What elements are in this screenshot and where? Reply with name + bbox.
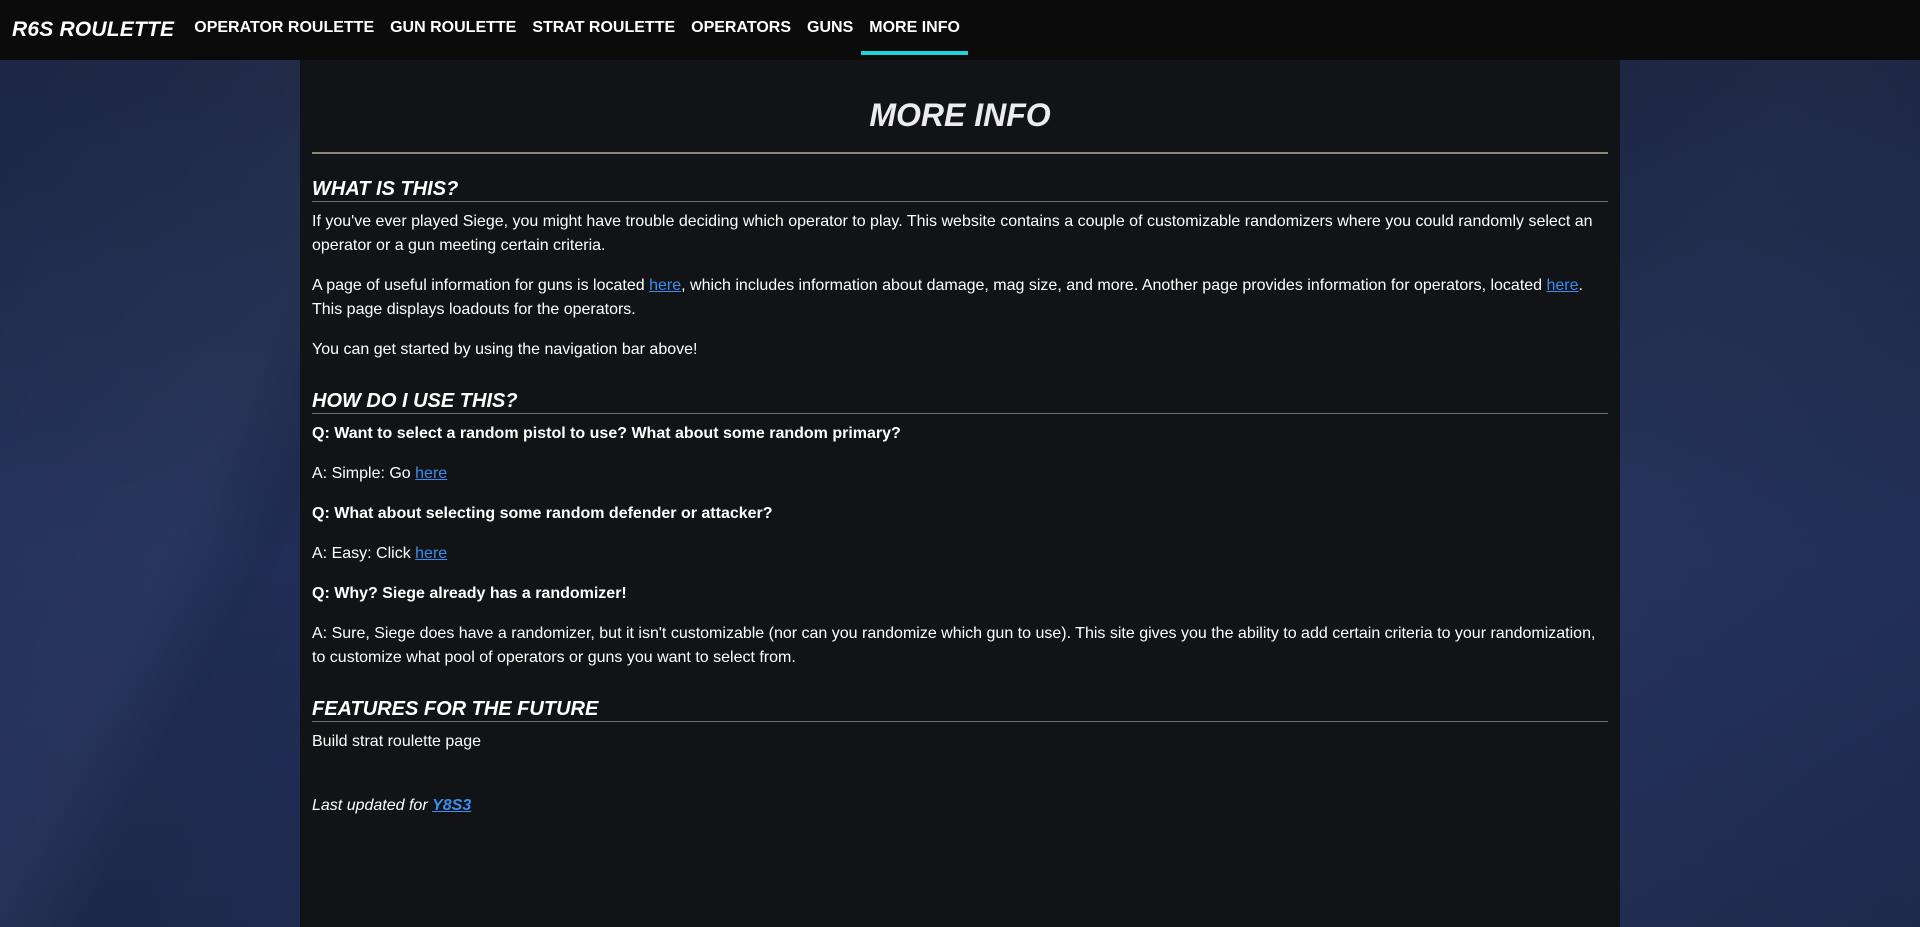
- what-paragraph-getting-started: You can get started by using the navigat…: [312, 341, 698, 358]
- content-panel: MORE INFO WHAT IS THIS? If you've ever p…: [300, 60, 1620, 927]
- top-navigation-bar: R6S ROULETTE OPERATOR ROULETTE GUN ROULE…: [0, 0, 1920, 60]
- section-heading-how-to-use: HOW DO I USE THIS?: [312, 390, 1608, 414]
- section-heading-future-features: FEATURES FOR THE FUTURE: [312, 698, 1608, 722]
- last-updated-note: Last updated for Y8S3: [312, 794, 1608, 818]
- faq-question-2: Q: What about selecting some random defe…: [312, 505, 773, 522]
- what-links-text-a: A page of useful information for guns is…: [312, 277, 650, 294]
- nav-item-operators[interactable]: OPERATORS: [683, 0, 799, 55]
- faq-question-1: Q: Want to select a random pistol to use…: [312, 425, 901, 442]
- faq-answer-2: A: Easy: Click here: [312, 542, 1608, 566]
- site-brand[interactable]: R6S ROULETTE: [12, 18, 174, 42]
- last-updated-text: Last updated for: [312, 797, 433, 814]
- faq-answer-2-text: A: Easy: Click: [312, 545, 416, 562]
- future-feature-item: Build strat roulette page: [312, 733, 481, 750]
- faq-question-3: Q: Why? Siege already has a randomizer!: [312, 585, 627, 602]
- page-title: MORE INFO: [869, 97, 1051, 133]
- nav-item-strat-roulette[interactable]: STRAT ROULETTE: [524, 0, 683, 55]
- faq-answer-3: A: Sure, Siege does have a randomizer, b…: [312, 625, 1596, 666]
- what-links-text-b: , which includes information about damag…: [681, 277, 1547, 294]
- section-heading-what-is-this: WHAT IS THIS?: [312, 178, 1608, 202]
- nav-item-more-info[interactable]: MORE INFO: [861, 0, 968, 55]
- nav-item-guns[interactable]: GUNS: [799, 0, 861, 55]
- what-paragraph-links: A page of useful information for guns is…: [312, 274, 1608, 322]
- nav-item-operator-roulette[interactable]: OPERATOR ROULETTE: [186, 0, 382, 55]
- operators-info-link[interactable]: here: [1547, 277, 1579, 294]
- nav-links: OPERATOR ROULETTE GUN ROULETTE STRAT ROU…: [186, 0, 968, 60]
- guns-info-link[interactable]: here: [649, 277, 681, 294]
- gun-roulette-link[interactable]: here: [415, 465, 447, 482]
- what-paragraph-intro: If you've ever played Siege, you might h…: [312, 213, 1593, 254]
- faq-answer-1-text: A: Simple: Go: [312, 465, 416, 482]
- title-divider: [312, 152, 1608, 154]
- nav-item-gun-roulette[interactable]: GUN ROULETTE: [382, 0, 524, 55]
- operator-roulette-link[interactable]: here: [415, 545, 447, 562]
- season-link[interactable]: Y8S3: [432, 797, 471, 814]
- faq-answer-1: A: Simple: Go here: [312, 462, 1608, 486]
